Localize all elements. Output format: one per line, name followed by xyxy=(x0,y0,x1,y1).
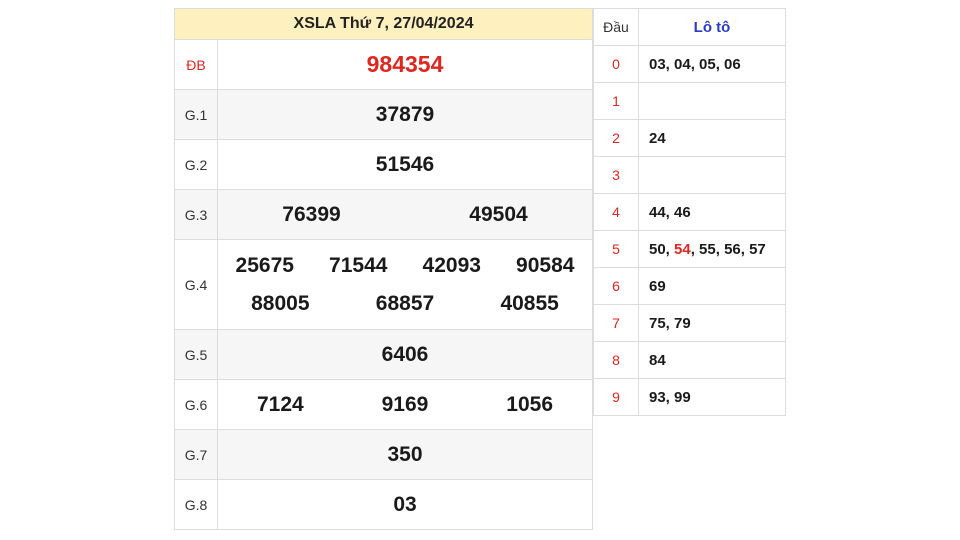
prize-number: 984354 xyxy=(366,51,444,77)
prize-number: 25675 xyxy=(235,253,294,277)
prize-number: 42093 xyxy=(422,253,481,277)
prize-label-g5: G.5 xyxy=(174,329,218,380)
prize-number: 68857 xyxy=(375,291,435,315)
loto-values xyxy=(638,156,786,194)
prize-number: 71544 xyxy=(329,253,388,277)
loto-values: 24 xyxy=(638,119,786,157)
loto-dau: 4 xyxy=(593,193,639,231)
prize-number: 40855 xyxy=(500,291,559,315)
prize-label-db: ĐB xyxy=(174,39,218,90)
loto-values: 84 xyxy=(638,341,786,379)
loto-values: 50, 54, 55, 56, 57 xyxy=(638,230,786,268)
loto-dau: 3 xyxy=(593,156,639,194)
loto-values: 75, 79 xyxy=(638,304,786,342)
loto-dau: 2 xyxy=(593,119,639,157)
prize-label-g8: G.8 xyxy=(174,479,218,530)
loto-values: 44, 46 xyxy=(638,193,786,231)
prize-g6-cell: 7124 9169 1056 xyxy=(217,379,593,430)
prize-g4-cell: 25675 71544 42093 90584 88005 68857 4085… xyxy=(217,239,593,330)
prize-number: 37879 xyxy=(375,102,435,126)
loto-dau: 9 xyxy=(593,378,639,416)
loto-values: 03, 04, 05, 06 xyxy=(638,45,786,83)
prize-number: 1056 xyxy=(506,392,553,416)
prize-g8-cell: 03 xyxy=(217,479,593,530)
loto-header-dau: Đầu xyxy=(593,8,639,46)
prize-g3-cell: 76399 49504 xyxy=(217,189,593,240)
prize-number: 03 xyxy=(393,492,417,516)
loto-values xyxy=(638,82,786,120)
prize-number: 88005 xyxy=(251,291,310,315)
prize-label-g4: G.4 xyxy=(174,239,218,330)
prize-number: 350 xyxy=(387,442,423,466)
prize-g1-cell: 37879 xyxy=(217,89,593,140)
prize-label-g7: G.7 xyxy=(174,429,218,480)
prize-number: 6406 xyxy=(381,342,429,366)
loto-header-loto: Lô tô xyxy=(638,8,786,46)
loto-dau: 5 xyxy=(593,230,639,268)
loto-table: Đầu Lô tô 0 03, 04, 05, 06 1 2 24 3 4 44, 4… xyxy=(593,8,786,416)
loto-dau: 0 xyxy=(593,45,639,83)
prize-number: 51546 xyxy=(375,152,435,176)
prize-label-g1: G.1 xyxy=(174,89,218,140)
loto-dau: 1 xyxy=(593,82,639,120)
prize-g2-cell: 51546 xyxy=(217,139,593,190)
loto-value-text: 50, xyxy=(649,240,675,258)
loto-dau: 6 xyxy=(593,267,639,305)
loto-value-text: , 55, 56, 57 xyxy=(690,240,766,258)
results-table: XSLA Thứ 7, 27/04/2024 ĐB 984354 G.1 378… xyxy=(174,8,593,530)
loto-dau: 7 xyxy=(593,304,639,342)
prize-label-g6: G.6 xyxy=(174,379,218,430)
prize-number: 7124 xyxy=(256,392,304,416)
prize-number: 9169 xyxy=(381,392,429,416)
prize-number: 76399 xyxy=(282,202,341,226)
prize-db-cell: 984354 xyxy=(217,39,593,90)
prize-label-g2: G.2 xyxy=(174,139,218,190)
loto-values: 69 xyxy=(638,267,786,305)
loto-value-highlight: 54 xyxy=(674,240,691,258)
loto-values: 93, 99 xyxy=(638,378,786,416)
prize-number: 90584 xyxy=(516,253,575,277)
prize-g7-cell: 350 xyxy=(217,429,593,480)
results-title: XSLA Thứ 7, 27/04/2024 xyxy=(174,8,593,40)
prize-g5-cell: 6406 xyxy=(217,329,593,380)
prize-number: 49504 xyxy=(469,202,528,226)
loto-dau: 8 xyxy=(593,341,639,379)
prize-label-g3: G.3 xyxy=(174,189,218,240)
